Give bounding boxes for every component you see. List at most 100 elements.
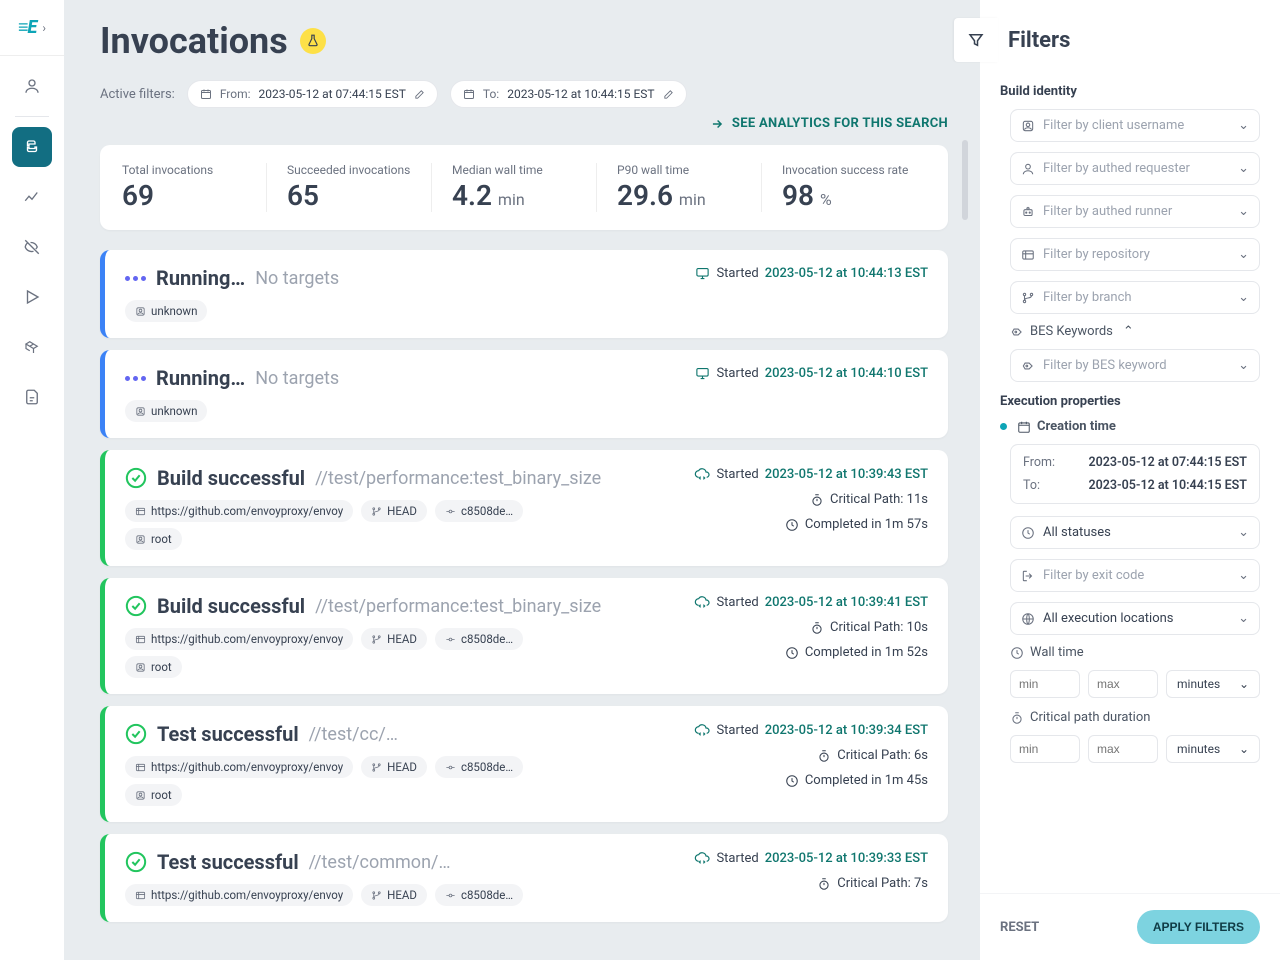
critical-min-input[interactable] [1010,735,1080,763]
critical-path-row: Critical path duration [1010,710,1260,725]
filters-title: Filters [1008,28,1070,53]
nav-invocations-icon[interactable] [12,127,52,167]
nav-packages-icon[interactable] [12,327,52,367]
invocation-target: //test/common/… [309,852,451,873]
chevron-up-icon: ⌃ [1123,324,1134,339]
chip-commit[interactable]: c8508de… [435,628,523,650]
active-filter-to[interactable]: To: 2023-05-12 at 10:44:15 EST [450,80,687,108]
chevron-down-icon: ⌄ [1238,247,1249,262]
chevron-down-icon: ⌄ [1238,611,1249,626]
monitor-icon [695,266,710,281]
stat-item: Succeeded invocations65 [266,163,431,212]
invocation-card[interactable]: Build successful //test/performance:test… [100,450,948,566]
filter-branch[interactable]: Filter by branch ⌄ [1010,281,1260,314]
invocation-card[interactable]: Test successful //test/common/… https://… [100,834,948,922]
creation-time-row[interactable]: Creation time [1000,419,1260,434]
creation-time-box: From:2023-05-12 at 07:44:15 EST To:2023-… [1010,444,1260,504]
chevron-down-icon: ⌄ [1238,161,1249,176]
invocation-target: No targets [255,268,339,289]
chevron-down-icon: ⌄ [1238,118,1249,133]
invocation-target: //test/performance:test_binary_size [315,468,601,489]
chip-branch[interactable]: HEAD [361,628,427,650]
chip-repo[interactable]: https://github.com/envoyproxy/envoy [125,500,353,522]
nav-user-icon[interactable] [12,66,52,106]
wall-time-max-input[interactable] [1088,670,1158,698]
main-content: Invocations Active filters: From: 2023-0… [64,0,980,960]
clock-icon [785,518,799,532]
chip-commit[interactable]: c8508de… [435,884,523,906]
bes-keywords-toggle[interactable]: BES Keywords ⌃ [1010,324,1260,339]
chip-user[interactable]: root [125,656,182,678]
invocation-card[interactable]: Test successful //test/cc/… https://gith… [100,706,948,822]
invocation-status: Test successful [157,722,299,746]
invocation-status: Running… [156,366,245,390]
stat-item: P90 wall time29.6 min [596,163,761,212]
see-analytics-link[interactable]: SEE ANALYTICS FOR THIS SEARCH [710,116,948,131]
chevron-down-icon: ⌄ [1238,290,1249,305]
chip-user[interactable]: unknown [125,300,207,322]
edit-icon[interactable] [663,89,674,100]
stopwatch-icon [810,621,824,635]
filter-exit-code[interactable]: Filter by exit code ⌄ [1010,559,1260,592]
invocation-target: //test/cc/… [309,724,398,745]
stat-item: Median wall time4.2 min [431,163,596,212]
chip-branch[interactable]: HEAD [361,756,427,778]
chip-repo[interactable]: https://github.com/envoyproxy/envoy [125,884,353,906]
cloud-icon [694,466,710,482]
left-sidebar: ≡E› [0,0,64,960]
running-icon [125,276,146,281]
invocation-card[interactable]: Running… No targets unknown Started 2023… [100,350,948,438]
apply-filters-button[interactable]: APPLY FILTERS [1137,910,1260,944]
invocation-card[interactable]: Build successful //test/performance:test… [100,578,948,694]
invocation-status: Test successful [157,850,299,874]
edit-icon[interactable] [414,89,425,100]
monitor-icon [695,366,710,381]
filter-statuses[interactable]: All statuses ⌄ [1010,516,1260,549]
chip-commit[interactable]: c8508de… [435,500,523,522]
invocation-card[interactable]: Running… No targets unknown Started 2023… [100,250,948,338]
chip-user[interactable]: root [125,528,182,550]
chip-repo[interactable]: https://github.com/envoyproxy/envoy [125,628,353,650]
active-filter-from[interactable]: From: 2023-05-12 at 07:44:15 EST [187,80,438,108]
invocation-target: //test/performance:test_binary_size [315,596,601,617]
nav-doc-icon[interactable] [12,377,52,417]
filter-icon[interactable] [954,18,998,62]
filter-client-username[interactable]: Filter by client username ⌄ [1010,109,1260,142]
wall-time-unit-select[interactable]: minutes⌄ [1166,670,1260,698]
filter-repository[interactable]: Filter by repository ⌄ [1010,238,1260,271]
chip-user[interactable]: unknown [125,400,207,422]
chip-branch[interactable]: HEAD [361,884,427,906]
beta-badge-icon [300,28,326,54]
critical-max-input[interactable] [1088,735,1158,763]
filters-panel: Filters Build identity Filter by client … [980,0,1280,960]
stat-item: Total invocations69 [122,163,266,212]
chevron-down-icon: ⌄ [1238,204,1249,219]
clock-icon [785,774,799,788]
filter-bes-keyword[interactable]: Filter by BES keyword ⌄ [1010,349,1260,382]
chevron-down-icon: ⌄ [1238,525,1249,540]
running-icon [125,376,146,381]
invocation-status: Build successful [157,594,305,618]
chip-branch[interactable]: HEAD [361,500,427,522]
chip-user[interactable]: root [125,784,182,806]
chip-commit[interactable]: c8508de… [435,756,523,778]
wall-time-row: Wall time [1010,645,1260,660]
filter-authed-runner[interactable]: Filter by authed runner ⌄ [1010,195,1260,228]
scrollbar[interactable] [962,140,968,220]
wall-time-min-input[interactable] [1010,670,1080,698]
critical-unit-select[interactable]: minutes⌄ [1166,735,1260,763]
cloud-icon [694,850,710,866]
filter-locations[interactable]: All execution locations ⌄ [1010,602,1260,635]
stopwatch-icon [817,877,831,891]
reset-button[interactable]: RESET [1000,920,1039,935]
nav-play-icon[interactable] [12,277,52,317]
filter-authed-requester[interactable]: Filter by authed requester ⌄ [1010,152,1260,185]
logo[interactable]: ≡E› [0,0,64,56]
nav-analytics-icon[interactable] [12,177,52,217]
chip-repo[interactable]: https://github.com/envoyproxy/envoy [125,756,353,778]
success-check-icon [125,851,147,873]
chevron-down-icon: ⌄ [1238,568,1249,583]
stat-item: Invocation success rate98 % [761,163,926,212]
nav-visibility-icon[interactable] [12,227,52,267]
stats-card: Total invocations69Succeeded invocations… [100,145,948,230]
